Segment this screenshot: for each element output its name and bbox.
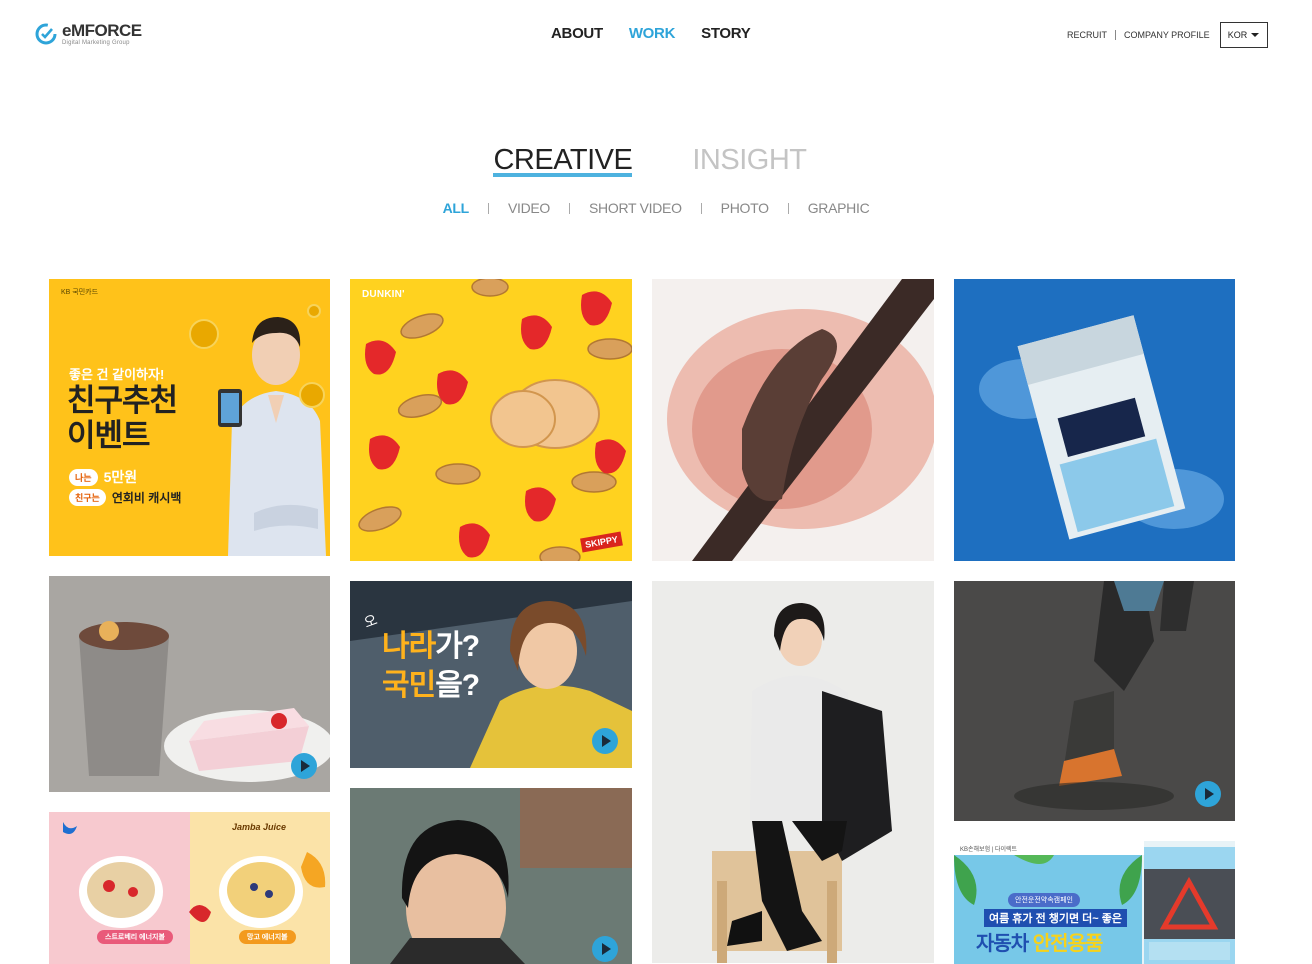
card-brand-tag: KB 국민카드 bbox=[61, 289, 99, 296]
filter-photo[interactable]: PHOTO bbox=[721, 200, 769, 216]
utility-links: RECRUIT COMPANY PROFILE KOR bbox=[1067, 22, 1268, 48]
warning-triangle-icon bbox=[1144, 869, 1235, 960]
card-headline-big: 친구추천 이벤트 bbox=[67, 383, 178, 453]
divider bbox=[787, 202, 789, 214]
card-brand: Jamba Juice bbox=[232, 822, 287, 832]
campaign-pill: 안전운전약속캠페인 bbox=[1008, 893, 1080, 907]
campaign-headline: 여름 휴가 전 챙기면 더~ 좋은 bbox=[984, 909, 1128, 927]
card-benefit-1: 나는 5만원 bbox=[69, 467, 137, 487]
company-profile-link[interactable]: COMPANY PROFILE bbox=[1124, 30, 1210, 40]
work-card-tea-cake[interactable] bbox=[49, 576, 330, 792]
filter-all[interactable]: ALL bbox=[443, 200, 470, 216]
card-benefit-2: 친구는 연회비 캐시백 bbox=[69, 489, 181, 506]
card-brand-tag: KB손해보험 | 다이렉트 bbox=[960, 847, 1018, 853]
work-card-running[interactable] bbox=[954, 581, 1235, 821]
coin-graphic bbox=[307, 304, 321, 318]
divider bbox=[1115, 30, 1116, 40]
logo-name: eMFORCE bbox=[62, 21, 142, 40]
divider bbox=[487, 202, 489, 214]
filter-graphic[interactable]: GRAPHIC bbox=[808, 200, 870, 216]
nav-work[interactable]: WORK bbox=[629, 25, 676, 42]
caret-down-icon bbox=[1250, 33, 1259, 37]
recruit-link[interactable]: RECRUIT bbox=[1067, 30, 1107, 40]
tab-creative[interactable]: CREATIVE bbox=[493, 144, 633, 177]
play-icon[interactable] bbox=[592, 936, 618, 962]
filter-video[interactable]: VIDEO bbox=[508, 200, 550, 216]
running-photo bbox=[954, 581, 1235, 821]
work-card-fashion[interactable] bbox=[652, 581, 934, 963]
work-card-dunkin[interactable]: DUNKIN' SKIPPY bbox=[350, 279, 632, 561]
play-icon[interactable] bbox=[1195, 781, 1221, 807]
coin-graphic bbox=[189, 319, 219, 349]
logo[interactable]: eMFORCE Digital Marketing Group bbox=[34, 22, 142, 46]
work-card-kb-card[interactable]: KB 국민카드 좋은 건 같이하자! 친구추천 이벤트 나는 5만원 친구는 연… bbox=[49, 279, 330, 556]
logo-subtitle: Digital Marketing Group bbox=[62, 40, 130, 46]
play-icon[interactable] bbox=[291, 753, 317, 779]
coin-graphic bbox=[299, 382, 325, 408]
main-nav: ABOUT WORK STORY bbox=[551, 25, 751, 42]
brush-photo bbox=[667, 279, 934, 561]
category-filters: ALL VIDEO SHORT VIDEO PHOTO GRAPHIC bbox=[0, 200, 1312, 216]
mask-pack-photo bbox=[979, 315, 1224, 540]
section-tabs: CREATIVE INSIGHT bbox=[0, 144, 1312, 177]
campaign-title: 자동차 안전용품 bbox=[976, 933, 1103, 955]
card-headline-small: 좋은 건 같이하자! bbox=[69, 367, 165, 382]
work-card-kb-insurance[interactable]: KB손해보험 | 다이렉트 안전운전약속캠페인 여름 휴가 전 챙기면 더~ 좋… bbox=[954, 841, 1235, 964]
peanut-strawberry-graphic bbox=[358, 279, 632, 561]
nav-about[interactable]: ABOUT bbox=[551, 25, 603, 42]
nav-story[interactable]: STORY bbox=[701, 25, 751, 42]
divider bbox=[700, 202, 702, 214]
language-value: KOR bbox=[1227, 30, 1248, 40]
boy-photo bbox=[350, 788, 632, 964]
ad-text-line2: 국민을? bbox=[382, 669, 480, 702]
tea-cake-photo bbox=[49, 576, 330, 792]
logo-mark-icon bbox=[35, 23, 57, 45]
play-icon[interactable] bbox=[592, 728, 618, 754]
filter-short-video[interactable]: SHORT VIDEO bbox=[589, 200, 682, 216]
work-card-jamba-juice[interactable]: Jamba Juice 스트로베리 에너지볼 망고 에너지볼 bbox=[49, 812, 330, 964]
tab-insight[interactable]: INSIGHT bbox=[692, 144, 807, 177]
divider bbox=[569, 202, 571, 214]
language-select[interactable]: KOR bbox=[1219, 22, 1268, 48]
product-label-left: 스트로베리 에너지볼 bbox=[97, 930, 173, 944]
work-card-car-ad[interactable]: 오 나라가? 국민을? bbox=[350, 581, 632, 768]
ad-text-line1: 나라가? bbox=[382, 630, 480, 663]
work-card-boy-portrait[interactable] bbox=[350, 788, 632, 964]
model-photo bbox=[218, 317, 326, 556]
fashion-photo bbox=[712, 603, 892, 963]
work-card-mask-pack[interactable] bbox=[954, 279, 1235, 561]
product-label-right: 망고 에너지볼 bbox=[239, 930, 296, 944]
work-card-makeup-brush[interactable] bbox=[652, 279, 934, 561]
